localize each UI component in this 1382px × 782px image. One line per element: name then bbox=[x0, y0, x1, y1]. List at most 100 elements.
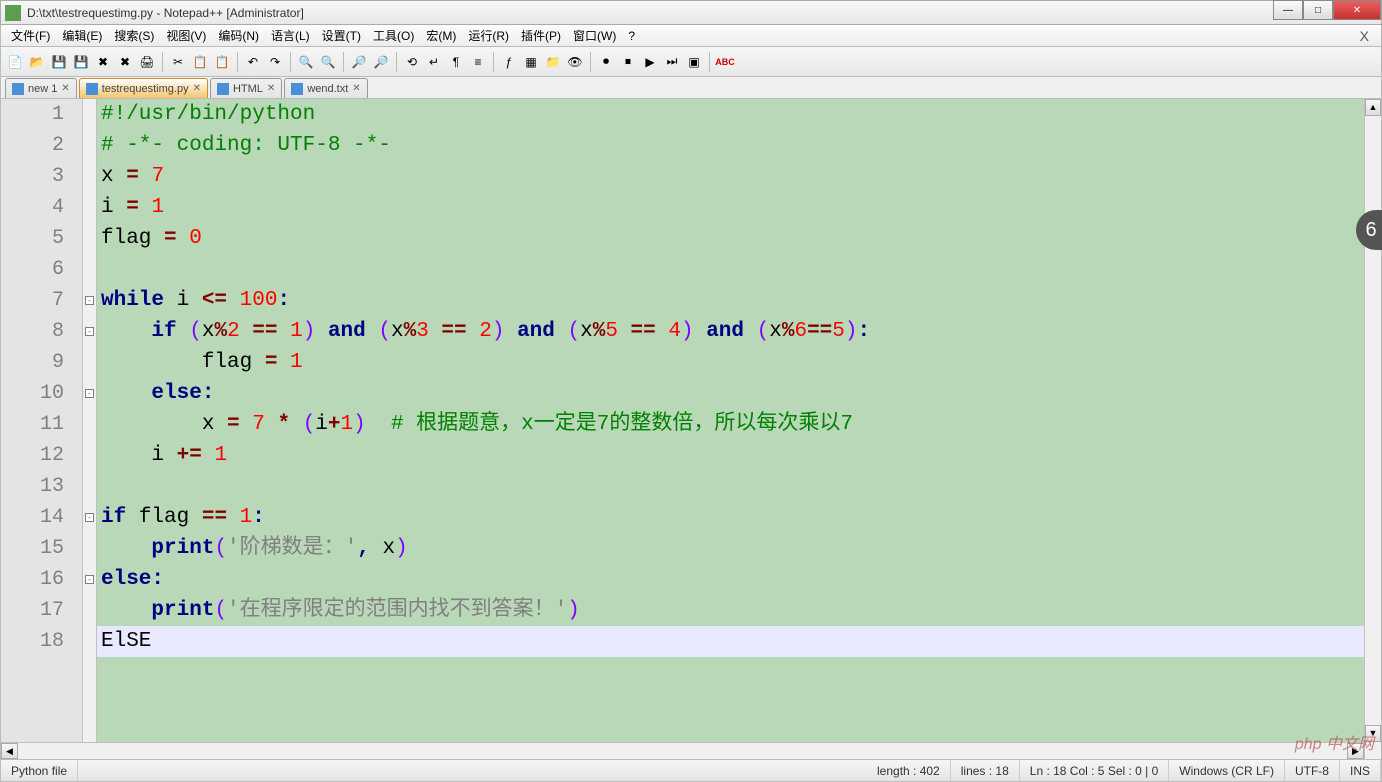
tab-label: new 1 bbox=[28, 83, 57, 95]
find-icon[interactable]: 🔍 bbox=[296, 52, 316, 72]
print-icon[interactable]: 🖨 bbox=[137, 52, 157, 72]
code-line[interactable]: i = 1 bbox=[97, 192, 1364, 223]
wordwrap-icon[interactable]: ↵ bbox=[424, 52, 444, 72]
horizontal-scrollbar[interactable]: ◀ ▶ bbox=[1, 742, 1364, 759]
menu-item[interactable]: 宏(M) bbox=[420, 25, 462, 46]
menu-item[interactable]: ? bbox=[622, 27, 641, 45]
scroll-left-icon[interactable]: ◀ bbox=[1, 743, 18, 759]
line-number: 11 bbox=[1, 409, 82, 440]
stop-macro-icon[interactable]: ⏹ bbox=[618, 52, 638, 72]
function-list-icon[interactable]: ƒ bbox=[499, 52, 519, 72]
copy-icon[interactable]: 📋 bbox=[190, 52, 210, 72]
scroll-up-icon[interactable]: ▲ bbox=[1365, 99, 1381, 116]
save-macro-icon[interactable]: ▣ bbox=[684, 52, 704, 72]
cut-icon[interactable]: ✂ bbox=[168, 52, 188, 72]
tab-close-icon[interactable]: ✕ bbox=[267, 83, 275, 94]
show-all-chars-icon[interactable]: ¶ bbox=[446, 52, 466, 72]
save-icon[interactable]: 💾 bbox=[49, 52, 69, 72]
code-line[interactable]: if flag == 1: bbox=[97, 502, 1364, 533]
status-filetype: Python file bbox=[1, 760, 78, 781]
play-macro-icon[interactable]: ▶ bbox=[640, 52, 660, 72]
line-number: 9 bbox=[1, 347, 82, 378]
menu-item[interactable]: 编辑(E) bbox=[56, 25, 108, 46]
close-file-icon[interactable]: ✖ bbox=[93, 52, 113, 72]
record-macro-icon[interactable]: ⏺ bbox=[596, 52, 616, 72]
code-line[interactable]: #!/usr/bin/python bbox=[97, 99, 1364, 130]
menu-item[interactable]: 工具(O) bbox=[367, 25, 420, 46]
menu-item[interactable]: 文件(F) bbox=[5, 25, 56, 46]
paste-icon[interactable]: 📋 bbox=[212, 52, 232, 72]
code-line[interactable]: # -*- coding: UTF-8 -*- bbox=[97, 130, 1364, 161]
scroll-track[interactable] bbox=[18, 743, 1347, 759]
fold-toggle-icon[interactable]: - bbox=[85, 389, 94, 398]
menu-item[interactable]: 窗口(W) bbox=[567, 25, 622, 46]
code-line[interactable]: x = 7 * (i+1) # 根据题意，x一定是7的整数倍，所以每次乘以7 bbox=[97, 409, 1364, 440]
fold-toggle-icon[interactable]: - bbox=[85, 296, 94, 305]
code-line[interactable]: print('在程序限定的范围内找不到答案！') bbox=[97, 595, 1364, 626]
code-line[interactable]: x = 7 bbox=[97, 161, 1364, 192]
vertical-scrollbar[interactable]: ▲ ▼ bbox=[1364, 99, 1381, 759]
open-file-icon[interactable]: 📂 bbox=[27, 52, 47, 72]
menubar: 文件(F)编辑(E)搜索(S)视图(V)编码(N)语言(L)设置(T)工具(O)… bbox=[0, 25, 1382, 47]
tab[interactable]: HTML✕ bbox=[210, 78, 282, 98]
titlebar[interactable]: D:\txt\testrequestimg.py - Notepad++ [Ad… bbox=[0, 0, 1382, 25]
zoom-in-icon[interactable]: 🔎 bbox=[349, 52, 369, 72]
play-multi-icon[interactable]: ⏭ bbox=[662, 52, 682, 72]
menu-item[interactable]: 语言(L) bbox=[265, 25, 316, 46]
watermark: php 中文网 bbox=[1295, 730, 1374, 754]
fold-column[interactable]: - - - - - bbox=[83, 99, 97, 759]
statusbar: Python file length : 402 lines : 18 Ln :… bbox=[0, 760, 1382, 782]
file-icon bbox=[86, 83, 98, 95]
line-number: 2 bbox=[1, 130, 82, 161]
menu-item[interactable]: 编码(N) bbox=[212, 25, 265, 46]
code-area[interactable]: #!/usr/bin/python# -*- coding: UTF-8 -*-… bbox=[97, 99, 1364, 759]
undo-icon[interactable]: ↶ bbox=[243, 52, 263, 72]
tab-close-icon[interactable]: ✕ bbox=[352, 83, 360, 94]
code-line[interactable]: ElSE bbox=[97, 626, 1364, 657]
status-length: length : 402 bbox=[867, 760, 951, 781]
doc-map-icon[interactable]: ▦ bbox=[521, 52, 541, 72]
menu-close-icon[interactable]: X bbox=[1352, 28, 1377, 44]
menu-item[interactable]: 运行(R) bbox=[462, 25, 515, 46]
code-line[interactable]: flag = 0 bbox=[97, 223, 1364, 254]
maximize-button[interactable]: □ bbox=[1303, 0, 1333, 20]
code-line[interactable]: while i <= 100: bbox=[97, 285, 1364, 316]
fold-toggle-icon[interactable]: - bbox=[85, 575, 94, 584]
folder-view-icon[interactable]: 📁 bbox=[543, 52, 563, 72]
code-line[interactable]: else: bbox=[97, 378, 1364, 409]
code-line[interactable]: i += 1 bbox=[97, 440, 1364, 471]
new-file-icon[interactable]: 📄 bbox=[5, 52, 25, 72]
redo-icon[interactable]: ↷ bbox=[265, 52, 285, 72]
tab-close-icon[interactable]: ✕ bbox=[193, 83, 201, 94]
tab[interactable]: testrequestimg.py✕ bbox=[79, 78, 208, 98]
indent-guide-icon[interactable]: ≡ bbox=[468, 52, 488, 72]
code-line[interactable] bbox=[97, 254, 1364, 285]
save-all-icon[interactable]: 💾 bbox=[71, 52, 91, 72]
file-icon bbox=[291, 83, 303, 95]
fold-toggle-icon[interactable]: - bbox=[85, 513, 94, 522]
tab-close-icon[interactable]: ✕ bbox=[61, 83, 69, 94]
monitor-icon[interactable]: 👁 bbox=[565, 52, 585, 72]
status-mode: INS bbox=[1340, 760, 1381, 781]
code-line[interactable]: flag = 1 bbox=[97, 347, 1364, 378]
menu-item[interactable]: 视图(V) bbox=[160, 25, 212, 46]
code-line[interactable]: print('阶梯数是：', x) bbox=[97, 533, 1364, 564]
tab[interactable]: wend.txt✕ bbox=[284, 78, 367, 98]
menu-item[interactable]: 设置(T) bbox=[316, 25, 367, 46]
close-button[interactable]: ✕ bbox=[1333, 0, 1381, 20]
tab[interactable]: new 1 ✕ bbox=[5, 78, 77, 98]
replace-icon[interactable]: 🔍 bbox=[318, 52, 338, 72]
code-line[interactable]: else: bbox=[97, 564, 1364, 595]
zoom-out-icon[interactable]: 🔎 bbox=[371, 52, 391, 72]
close-all-icon[interactable]: ✖ bbox=[115, 52, 135, 72]
fold-toggle-icon[interactable]: - bbox=[85, 327, 94, 336]
line-number: 16 bbox=[1, 564, 82, 595]
minimize-button[interactable]: — bbox=[1273, 0, 1303, 20]
line-number: 3 bbox=[1, 161, 82, 192]
sync-icon[interactable]: ⟲ bbox=[402, 52, 422, 72]
menu-item[interactable]: 搜索(S) bbox=[108, 25, 160, 46]
spellcheck-icon[interactable]: ABC bbox=[715, 52, 735, 72]
menu-item[interactable]: 插件(P) bbox=[515, 25, 567, 46]
code-line[interactable]: if (x%2 == 1) and (x%3 == 2) and (x%5 ==… bbox=[97, 316, 1364, 347]
code-line[interactable] bbox=[97, 471, 1364, 502]
